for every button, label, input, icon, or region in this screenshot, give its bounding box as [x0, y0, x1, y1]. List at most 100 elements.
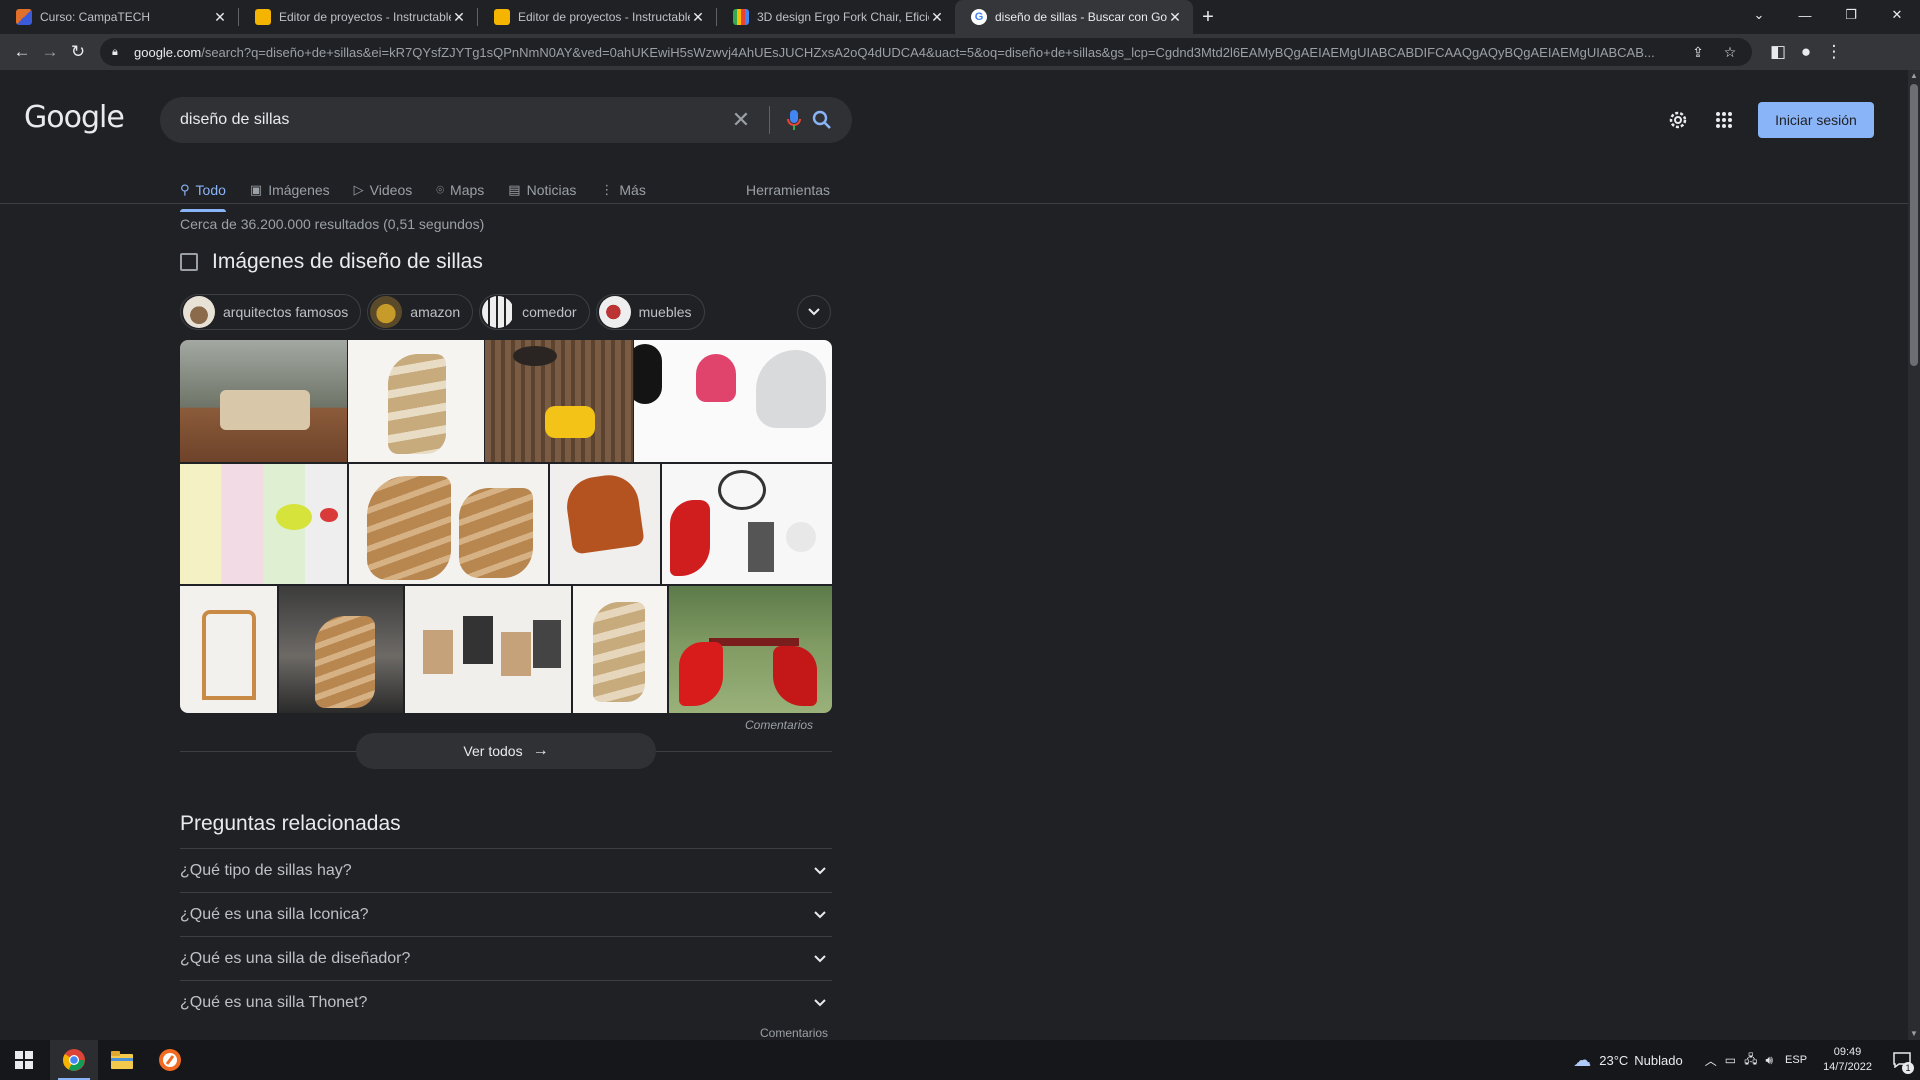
browser-tab[interactable]: Editor de proyectos - Instructables ✕ — [239, 0, 477, 34]
related-question-item[interactable]: ¿Qué es una silla Thonet? — [180, 980, 832, 1024]
images-feedback-link[interactable]: Comentarios — [745, 718, 813, 732]
tab-noticias[interactable]: ▤ Noticias — [508, 170, 576, 210]
app-taskbar-icon[interactable] — [146, 1040, 194, 1080]
image-results-grid — [180, 340, 832, 713]
forward-arrow-icon[interactable]: → — [36, 38, 64, 66]
image-thumbnail[interactable] — [669, 586, 832, 713]
apps-grid-icon[interactable] — [1704, 102, 1744, 138]
image-thumbnail[interactable] — [349, 464, 548, 584]
network-icon[interactable]: 🖧︎ — [1744, 1050, 1757, 1071]
chip-label: amazon — [410, 304, 461, 320]
search-input[interactable]: diseño de sillas — [180, 111, 723, 129]
sign-in-button[interactable]: Iniciar sesión — [1758, 102, 1874, 138]
windows-start-icon[interactable] — [0, 1040, 48, 1080]
minimize-icon[interactable]: — — [1782, 0, 1828, 30]
browser-tab[interactable]: Editor de proyectos - Instructables ✕ — [478, 0, 716, 34]
clear-icon[interactable]: ✕ — [723, 107, 759, 133]
new-tab-button[interactable]: + — [1193, 0, 1223, 34]
page-scrollbar[interactable]: ▲ ▼ — [1908, 70, 1920, 1040]
image-thumbnail[interactable] — [279, 586, 403, 713]
google-logo[interactable]: Google — [24, 100, 125, 135]
share-icon[interactable]: ⇪ — [1682, 44, 1714, 61]
notification-center-icon[interactable]: 1 — [1884, 1040, 1920, 1080]
image-thumbnail[interactable] — [634, 340, 832, 462]
image-thumbnail[interactable] — [180, 586, 277, 713]
tab-videos[interactable]: ▷ Videos — [354, 170, 413, 210]
browser-tab[interactable]: 3D design Ergo Fork Chair, Eficien ✕ — [717, 0, 955, 34]
close-icon[interactable]: ✕ — [1167, 9, 1183, 26]
chrome-taskbar-icon[interactable] — [50, 1040, 98, 1080]
tab-search-chevron-icon[interactable]: ⌄ — [1736, 0, 1782, 30]
side-panel-icon[interactable]: ◧ — [1764, 38, 1792, 66]
image-thumbnail[interactable] — [348, 340, 484, 462]
close-icon[interactable]: ✕ — [929, 9, 945, 26]
url-path: /search?q=diseño+de+sillas&ei=kR7QYsfZJY… — [201, 44, 1655, 60]
close-icon[interactable]: ✕ — [451, 9, 467, 26]
related-question-item[interactable]: ¿Qué es una silla Iconica? — [180, 892, 832, 936]
related-question-item[interactable]: ¿Qué tipo de sillas hay? — [180, 848, 832, 892]
language-indicator[interactable]: ESP — [1785, 1054, 1807, 1066]
chip-thumbnail — [183, 296, 215, 328]
search-icon[interactable] — [808, 106, 836, 134]
microphone-icon[interactable] — [780, 106, 808, 134]
weather-widget[interactable]: ☁ 23°C Nublado — [1573, 1050, 1682, 1071]
tab-todo[interactable]: ⚲ Todo — [180, 170, 226, 212]
address-bar[interactable]: 🔒︎ google.com/search?q=diseño+de+sillas&… — [100, 38, 1752, 66]
browser-tab-active[interactable]: G diseño de sillas - Buscar con Google ✕ — [955, 0, 1193, 34]
chair-shape — [276, 504, 312, 530]
tab-label: Todo — [195, 182, 226, 198]
browser-tab[interactable]: Curso: CampaTECH ✕ — [0, 0, 238, 34]
bookmark-star-icon[interactable]: ☆ — [1714, 44, 1746, 61]
image-thumbnail[interactable] — [405, 586, 571, 713]
close-window-icon[interactable]: ✕ — [1874, 0, 1920, 30]
restore-icon[interactable]: ❐ — [1828, 0, 1874, 30]
meet-now-icon[interactable]: ▭ — [1725, 1053, 1736, 1067]
image-icon — [180, 253, 198, 271]
profile-icon[interactable]: ● — [1792, 38, 1820, 66]
clock-time: 09:49 — [1833, 1046, 1862, 1058]
chair-shape — [593, 602, 645, 702]
search-box[interactable]: diseño de sillas ✕ — [160, 97, 852, 143]
related-question-item[interactable]: ¿Qué es una silla de diseñador? — [180, 936, 832, 980]
show-hidden-icons-chevron-icon[interactable]: ︿ — [1705, 1052, 1717, 1069]
chair-shape — [748, 522, 774, 572]
close-icon[interactable]: ✕ — [212, 9, 228, 26]
reload-icon[interactable]: ↻ — [64, 38, 92, 66]
chip-muebles[interactable]: muebles — [595, 294, 705, 330]
volume-icon[interactable]: 🔊︎ — [1765, 1053, 1773, 1068]
tab-maps[interactable]: ⌾ Maps — [436, 170, 484, 210]
tab-imagenes[interactable]: ▣ Imágenes — [250, 170, 330, 210]
notification-count: 1 — [1902, 1062, 1914, 1074]
tab-mas[interactable]: ⋮ Más — [600, 170, 645, 210]
image-thumbnail[interactable] — [573, 586, 667, 713]
taskbar-clock[interactable]: 09:49 14/7/2022 — [1823, 1045, 1872, 1075]
back-arrow-icon[interactable]: ← — [8, 38, 36, 66]
chip-comedor[interactable]: comedor — [479, 294, 590, 330]
view-all-button[interactable]: Ver todos → — [356, 733, 656, 769]
image-thumbnail[interactable] — [180, 340, 347, 462]
tab-label: Más — [619, 182, 646, 198]
lock-icon: 🔒︎ — [112, 45, 118, 58]
related-feedback-link[interactable]: Comentarios — [760, 1026, 828, 1040]
video-icon: ▷ — [353, 182, 364, 197]
url-text[interactable]: google.com/search?q=diseño+de+sillas&ei=… — [134, 45, 1682, 60]
tools-button[interactable]: Herramientas — [746, 170, 830, 210]
image-thumbnail[interactable] — [550, 464, 660, 584]
image-thumbnail[interactable] — [180, 464, 347, 584]
image-thumbnail[interactable] — [662, 464, 832, 584]
scroll-down-arrow-icon[interactable]: ▼ — [1908, 1028, 1920, 1040]
chip-amazon[interactable]: amazon — [367, 294, 474, 330]
scrollbar-thumb[interactable] — [1910, 84, 1918, 366]
file-explorer-taskbar-icon[interactable] — [98, 1040, 146, 1080]
expand-chips-chevron-icon[interactable] — [797, 295, 831, 329]
scroll-up-arrow-icon[interactable]: ▲ — [1908, 70, 1920, 82]
question-text: ¿Qué es una silla Thonet? — [180, 993, 368, 1011]
image-thumbnail[interactable] — [485, 340, 633, 462]
settings-gear-icon[interactable] — [1658, 102, 1698, 138]
chair-shape — [718, 470, 766, 510]
chip-arquitectos-famosos[interactable]: arquitectos famosos — [180, 294, 362, 330]
close-icon[interactable]: ✕ — [690, 9, 706, 26]
tab-label: Maps — [450, 182, 485, 198]
images-heading[interactable]: Imágenes de diseño de sillas — [212, 250, 483, 274]
menu-kebab-icon[interactable]: ⋮ — [1820, 38, 1848, 66]
